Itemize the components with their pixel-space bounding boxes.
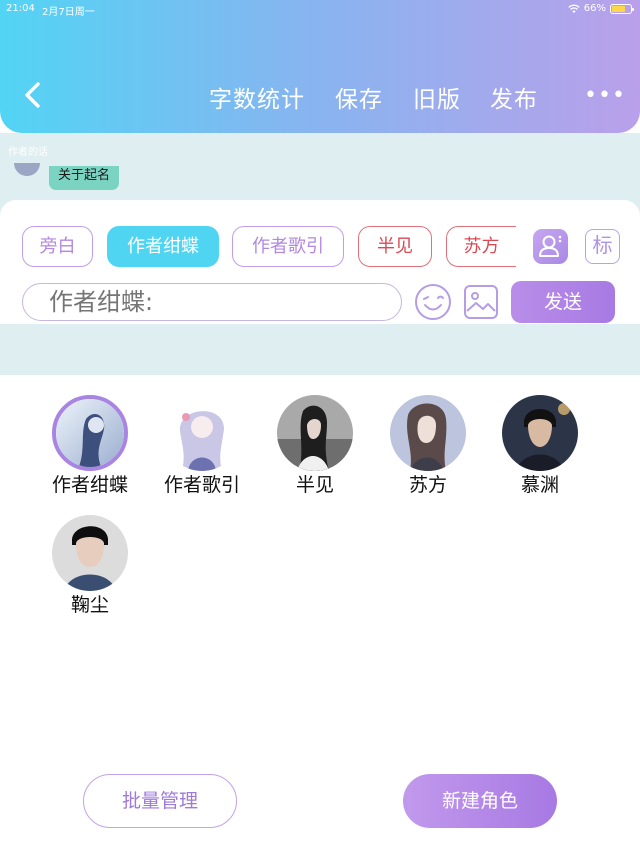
send-button[interactable]: 发送 [511, 281, 615, 323]
avatar [277, 395, 353, 471]
avatar [502, 395, 578, 471]
mark-button[interactable]: 标 [585, 229, 620, 264]
name-chip: 关于起名 [49, 166, 120, 190]
role-item-banjian[interactable]: 半见 [265, 395, 365, 497]
role-item-author-gandie[interactable]: 作者绀蝶 [40, 395, 140, 497]
status-date: 2月7日周一 [42, 7, 95, 18]
publish-button[interactable]: 发布 [490, 80, 538, 114]
avatar [52, 395, 128, 471]
battery-icon [610, 3, 634, 14]
role-chip-author-gandie[interactable]: 作者绀蝶 [107, 226, 219, 267]
role-chip-author-geyin[interactable]: 作者歌引 [232, 226, 344, 267]
batch-manage-button[interactable]: 批量管理 [83, 774, 237, 828]
role-name: 半见 [295, 474, 334, 496]
role-item-juchen[interactable]: 鞠尘 [40, 515, 140, 617]
top-header: 21:04 2月7日周一 66% 字数统计 保存 旧版 发布 ••• [0, 0, 640, 133]
avatar [390, 395, 466, 471]
role-chip-sufang[interactable]: 苏方 [446, 226, 516, 267]
role-item-muyuan[interactable]: 慕渊 [490, 395, 590, 497]
wifi-icon [568, 4, 580, 13]
battery-percent: 66% [583, 3, 606, 14]
role-item-sufang[interactable]: 苏方 [378, 395, 478, 497]
emoji-icon[interactable] [414, 283, 452, 321]
image-icon[interactable] [463, 284, 499, 320]
new-role-button[interactable]: 新建角色 [403, 774, 557, 828]
role-name: 苏方 [408, 474, 447, 496]
more-icon[interactable]: ••• [584, 83, 626, 108]
authors-note-label: 作者的话 [8, 147, 48, 158]
word-count-button[interactable]: 字数统计 [209, 80, 305, 114]
role-select-icon[interactable] [533, 229, 568, 264]
save-button[interactable]: 保存 [335, 80, 383, 114]
avatar [52, 515, 128, 591]
role-name: 慕渊 [520, 474, 559, 496]
role-name: 鞠尘 [70, 594, 109, 616]
status-bar: 21:04 2月7日周一 66% [0, 3, 640, 19]
role-chip-banjian[interactable]: 半见 [358, 226, 432, 267]
back-icon[interactable] [18, 78, 48, 112]
avatar [164, 395, 240, 471]
role-item-author-geyin[interactable]: 作者歌引 [152, 395, 252, 497]
message-input[interactable] [22, 283, 402, 321]
old-version-button[interactable]: 旧版 [413, 80, 461, 114]
role-chip-narration[interactable]: 旁白 [22, 226, 93, 267]
role-name: 作者绀蝶 [51, 474, 128, 496]
status-time: 21:04 [6, 3, 35, 14]
role-name: 作者歌引 [163, 474, 240, 496]
